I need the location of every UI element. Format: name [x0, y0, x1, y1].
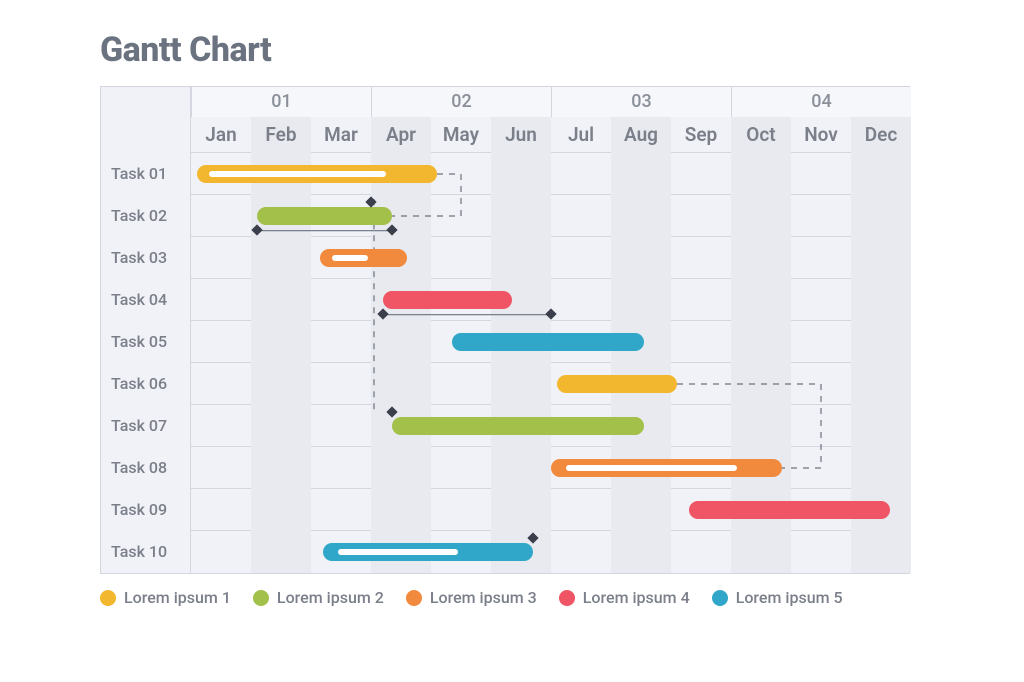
legend-swatch — [559, 590, 575, 606]
month-label: Feb — [251, 117, 311, 153]
legend: Lorem ipsum 1 Lorem ipsum 2 Lorem ipsum 3 L… — [100, 588, 994, 607]
task-label: Task 03 — [101, 237, 191, 279]
task-row: Task 07 — [101, 405, 909, 447]
month-label: Apr — [371, 117, 431, 153]
legend-item: Lorem ipsum 4 — [559, 588, 690, 607]
chart-title: Gantt Chart — [100, 30, 994, 70]
month-label: Oct — [731, 117, 791, 153]
task-label: Task 04 — [101, 279, 191, 321]
task-label: Task 10 — [101, 531, 191, 573]
task-row: Task 03 — [101, 237, 909, 279]
task-row: Task 09 — [101, 489, 909, 531]
month-header-row: JanFebMarAprMayJunJulAugSepOctNovDec — [101, 117, 909, 153]
task-row: Task 05 — [101, 321, 909, 363]
legend-label: Lorem ipsum 5 — [736, 588, 843, 607]
legend-swatch — [253, 590, 269, 606]
legend-label: Lorem ipsum 3 — [430, 588, 537, 607]
month-label: Aug — [611, 117, 671, 153]
legend-item: Lorem ipsum 5 — [712, 588, 843, 607]
month-label: Nov — [791, 117, 851, 153]
legend-item: Lorem ipsum 3 — [406, 588, 537, 607]
quarter-label: 02 — [371, 87, 551, 117]
month-label: Mar — [311, 117, 371, 153]
quarter-header-row: 01 02 03 04 — [101, 87, 909, 117]
month-label: Jul — [551, 117, 611, 153]
legend-swatch — [406, 590, 422, 606]
quarter-label: 04 — [731, 87, 911, 117]
legend-item: Lorem ipsum 1 — [100, 588, 231, 607]
legend-swatch — [712, 590, 728, 606]
task-row: Task 04 — [101, 279, 909, 321]
task-label: Task 01 — [101, 153, 191, 195]
month-label: Jan — [191, 117, 251, 153]
month-label: Jun — [491, 117, 551, 153]
task-rows: Task 01Task 02Task 03Task 04Task 05Task … — [101, 153, 909, 573]
legend-item: Lorem ipsum 2 — [253, 588, 384, 607]
quarter-label: 03 — [551, 87, 731, 117]
task-row: Task 10 — [101, 531, 909, 573]
task-label: Task 08 — [101, 447, 191, 489]
month-label: Dec — [851, 117, 911, 153]
task-row: Task 08 — [101, 447, 909, 489]
legend-label: Lorem ipsum 2 — [277, 588, 384, 607]
task-row: Task 01 — [101, 153, 909, 195]
task-row: Task 02 — [101, 195, 909, 237]
quarter-label: 01 — [191, 87, 371, 117]
task-label: Task 02 — [101, 195, 191, 237]
gantt-chart: 01 02 03 04 JanFebMarAprMayJunJulAugSepO… — [100, 86, 910, 574]
month-label: Sep — [671, 117, 731, 153]
task-label: Task 07 — [101, 405, 191, 447]
task-row: Task 06 — [101, 363, 909, 405]
legend-label: Lorem ipsum 4 — [583, 588, 690, 607]
legend-swatch — [100, 590, 116, 606]
legend-label: Lorem ipsum 1 — [124, 588, 231, 607]
task-label: Task 06 — [101, 363, 191, 405]
month-label: May — [431, 117, 491, 153]
task-label: Task 09 — [101, 489, 191, 531]
task-label: Task 05 — [101, 321, 191, 363]
